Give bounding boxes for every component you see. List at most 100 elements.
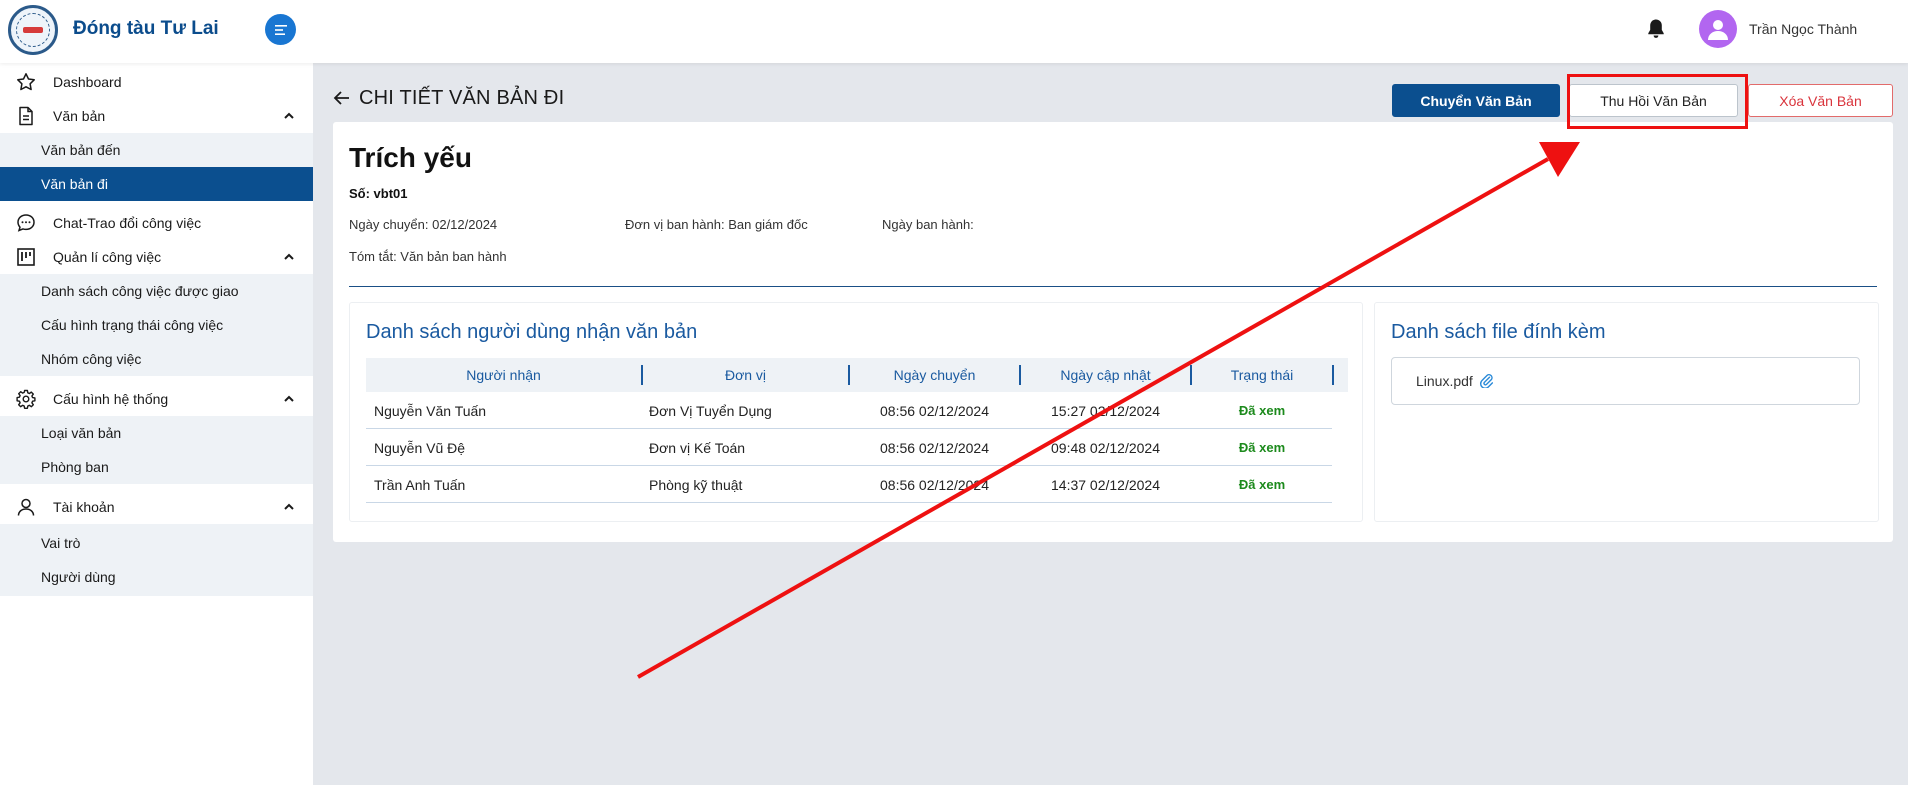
sidebar-item-label: Vai trò xyxy=(41,535,81,551)
cell-updated-date: 09:48 02/12/2024 xyxy=(1051,439,1160,456)
sidebar-item-dashboard[interactable]: Dashboard xyxy=(0,65,313,99)
cell-unit: Đơn Vị Tuyển Dụng xyxy=(649,402,772,419)
issue-date: Ngày ban hành: xyxy=(882,217,974,232)
paperclip-icon[interactable] xyxy=(1479,372,1493,388)
document-number: Số: vbt01 xyxy=(349,186,408,201)
sidebar-item-cau-hinh-trang-thai[interactable]: Cấu hình trạng thái công việc xyxy=(0,308,313,342)
sidebar-group-van-ban[interactable]: Văn bản xyxy=(0,99,313,133)
chevron-up-icon xyxy=(284,503,294,510)
main-content: CHI TIẾT VĂN BẢN ĐI Chuyển Văn Bản Thu H… xyxy=(313,63,1908,785)
table-row[interactable]: Nguyễn Văn Tuấn Đơn Vị Tuyển Dụng 08:56 … xyxy=(366,392,1332,429)
sidebar-subgroup-cau-hinh: Loại văn bản Phòng ban xyxy=(0,416,313,484)
sidebar-item-label: Nhóm công việc xyxy=(41,351,142,367)
sidebar-item-label: Văn bản đi xyxy=(41,176,108,192)
sidebar-subgroup-van-ban: Văn bản đến Văn bản đi xyxy=(0,133,313,201)
sidebar-item-label: Cấu hình trạng thái công việc xyxy=(41,317,224,333)
sidebar-item-danh-sach-cong-viec[interactable]: Danh sách công việc được giao xyxy=(0,274,313,308)
sidebar-group-quan-li[interactable]: Quản lí công việc xyxy=(0,240,313,274)
sidebar-group-cau-hinh[interactable]: Cấu hình hệ thống xyxy=(0,382,313,416)
issuing-unit: Đơn vị ban hành: Ban giám đốc xyxy=(625,217,808,232)
divider xyxy=(349,286,1877,287)
chevron-up-icon xyxy=(284,112,294,119)
sidebar: Dashboard Văn bản Văn bản đến Văn bản đi… xyxy=(0,63,313,785)
sidebar-item-van-ban-den[interactable]: Văn bản đến xyxy=(0,133,313,167)
recipients-panel: Danh sách người dùng nhận văn bản Người … xyxy=(349,302,1363,522)
column-divider xyxy=(1332,365,1334,385)
arrow-left-icon[interactable] xyxy=(333,89,351,107)
ship-logo-icon xyxy=(16,13,50,47)
kanban-board-icon xyxy=(17,248,35,266)
delete-document-button[interactable]: Xóa Văn Bản xyxy=(1748,84,1893,117)
cell-updated-date: 15:27 02/12/2024 xyxy=(1051,402,1160,419)
sidebar-item-label: Dashboard xyxy=(53,74,122,90)
sidebar-item-label: Chat-Trao đổi công việc xyxy=(53,215,202,231)
cell-transfer-date: 08:56 02/12/2024 xyxy=(880,476,989,493)
bell-icon[interactable] xyxy=(1644,17,1668,41)
recipients-title: Danh sách người dùng nhận văn bản xyxy=(366,321,698,343)
chevron-up-icon xyxy=(284,395,294,402)
attachments-title: Danh sách file đính kèm xyxy=(1391,321,1606,343)
sidebar-item-nguoi-dung[interactable]: Người dùng xyxy=(0,560,313,594)
column-header-transfer-date[interactable]: Ngày chuyển xyxy=(850,358,1019,392)
document-summary: Tóm tắt: Văn bản ban hành xyxy=(349,249,507,264)
cell-updated-date: 14:37 02/12/2024 xyxy=(1051,476,1160,493)
cell-transfer-date: 08:56 02/12/2024 xyxy=(880,402,989,419)
sidebar-group-label: Cấu hình hệ thống xyxy=(53,391,169,407)
sidebar-subgroup-quan-li: Danh sách công việc được giao Cấu hình t… xyxy=(0,274,313,376)
sidebar-item-van-ban-di[interactable]: Văn bản đi xyxy=(0,167,313,201)
transfer-document-button[interactable]: Chuyển Văn Bản xyxy=(1392,84,1560,117)
company-logo[interactable] xyxy=(8,5,58,55)
sidebar-item-label: Loại văn bản xyxy=(41,425,122,441)
sidebar-group-label: Quản lí công việc xyxy=(53,249,162,265)
menu-toggle-button[interactable] xyxy=(265,14,296,45)
column-header-unit[interactable]: Đơn vị xyxy=(643,358,848,392)
status-badge: Đã xem xyxy=(1238,477,1286,492)
column-header-updated-date[interactable]: Ngày cập nhật xyxy=(1021,358,1190,392)
sidebar-item-label: Văn bản đến xyxy=(41,142,121,158)
menu-toggle-icon xyxy=(274,24,287,35)
status-badge: Đã xem xyxy=(1238,403,1286,418)
sidebar-group-label: Tài khoản xyxy=(53,499,115,515)
sidebar-group-label: Văn bản xyxy=(53,108,106,124)
sidebar-item-label: Phòng ban xyxy=(41,459,109,475)
chevron-up-icon xyxy=(284,253,294,260)
table-row[interactable]: Trần Anh Tuấn Phòng kỹ thuật 08:56 02/12… xyxy=(366,466,1332,503)
column-header-status[interactable]: Trạng thái xyxy=(1192,358,1332,392)
attachment-file[interactable]: Linux.pdf xyxy=(1391,357,1860,405)
sidebar-item-label: Người dùng xyxy=(41,569,116,585)
top-header: Đóng tàu Tư Lai Trần Ngọc Thành xyxy=(0,0,1908,63)
sidebar-item-nhom-cong-viec[interactable]: Nhóm công việc xyxy=(0,342,313,376)
document-title: Trích yếu xyxy=(349,142,472,173)
gear-icon xyxy=(16,389,36,409)
sidebar-item-vai-tro[interactable]: Vai trò xyxy=(0,526,313,560)
document-detail-card: Trích yếu Số: vbt01 Ngày chuyển: 02/12/2… xyxy=(333,122,1893,542)
sidebar-subgroup-tai-khoan: Vai trò Người dùng xyxy=(0,524,313,596)
transfer-date: Ngày chuyển: 02/12/2024 xyxy=(349,217,498,232)
sidebar-item-phong-ban[interactable]: Phòng ban xyxy=(0,450,313,484)
user-icon xyxy=(17,498,35,516)
status-badge: Đã xem xyxy=(1238,440,1286,455)
attachment-file-name[interactable]: Linux.pdf xyxy=(1416,373,1473,389)
sidebar-group-tai-khoan[interactable]: Tài khoản xyxy=(0,490,313,524)
recall-document-button[interactable]: Thu Hồi Văn Bản xyxy=(1569,84,1738,117)
sidebar-item-loai-van-ban[interactable]: Loại văn bản xyxy=(0,416,313,450)
user-avatar-icon xyxy=(1708,20,1728,40)
sidebar-item-label: Danh sách công việc được giao xyxy=(41,283,239,299)
chat-bubble-icon xyxy=(17,214,35,232)
cell-transfer-date: 08:56 02/12/2024 xyxy=(880,439,989,456)
user-avatar[interactable] xyxy=(1699,10,1737,48)
app-title[interactable]: Đóng tàu Tư Lai xyxy=(73,18,219,40)
table-row[interactable]: Nguyễn Vũ Đệ Đơn vị Kế Toán 08:56 02/12/… xyxy=(366,429,1332,466)
user-name[interactable]: Trần Ngọc Thành xyxy=(1749,21,1857,37)
cell-recipient: Trần Anh Tuấn xyxy=(374,476,466,493)
cell-recipient: Nguyễn Văn Tuấn xyxy=(374,402,487,419)
attachments-panel: Danh sách file đính kèm Linux.pdf xyxy=(1374,302,1879,522)
cell-unit: Phòng kỹ thuật xyxy=(649,476,743,493)
cell-unit: Đơn vị Kế Toán xyxy=(649,439,746,456)
cell-recipient: Nguyễn Vũ Đệ xyxy=(374,439,466,456)
table-header: Người nhận Đơn vị Ngày chuyển Ngày cập n… xyxy=(366,358,1348,392)
page-title: CHI TIẾT VĂN BẢN ĐI xyxy=(359,87,565,109)
column-header-recipient[interactable]: Người nhận xyxy=(366,358,641,392)
sidebar-item-chat[interactable]: Chat-Trao đổi công việc xyxy=(0,206,313,240)
star-icon xyxy=(17,73,35,91)
